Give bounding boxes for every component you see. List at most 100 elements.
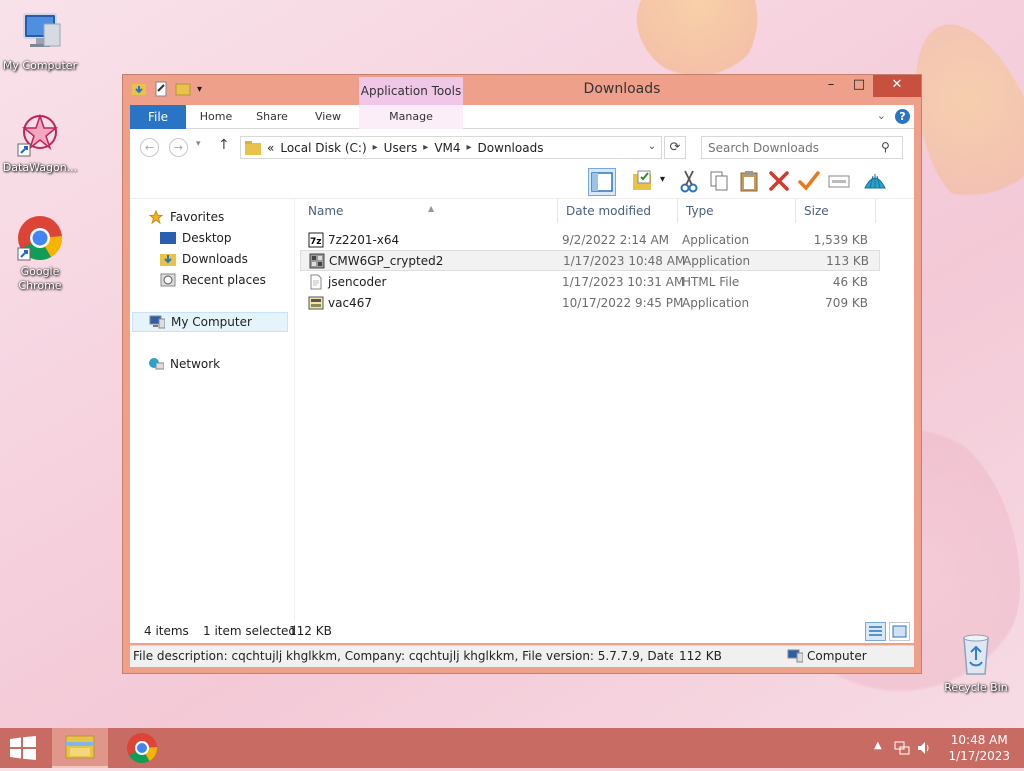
properties-button[interactable] bbox=[630, 168, 658, 196]
help-icon[interactable]: ? bbox=[895, 109, 910, 124]
delete-button[interactable] bbox=[766, 168, 794, 196]
desktop-icon-datawagon[interactable]: DataWagon... bbox=[0, 110, 80, 175]
volume-icon[interactable] bbox=[916, 740, 932, 756]
rename-button[interactable] bbox=[796, 168, 824, 196]
file-date: 10/17/2022 9:45 PM bbox=[562, 295, 684, 310]
maximize-button[interactable]: □ bbox=[845, 75, 873, 97]
file-size: 113 KB bbox=[826, 253, 869, 268]
close-button[interactable]: ✕ bbox=[873, 75, 921, 97]
column-header-size[interactable]: Size bbox=[796, 199, 876, 223]
up-arrow-icon[interactable]: ↑ bbox=[218, 137, 230, 153]
nav-favorites[interactable]: Favorites bbox=[148, 207, 224, 227]
expand-ribbon-icon[interactable]: ⌄ bbox=[877, 109, 886, 122]
breadcrumb-vm4[interactable]: VM4 bbox=[434, 141, 460, 155]
select-button[interactable] bbox=[826, 168, 854, 196]
breadcrumb-separator-icon[interactable]: ▸ bbox=[373, 142, 378, 153]
shell-icon bbox=[864, 174, 886, 189]
nav-downloads[interactable]: Downloads bbox=[160, 249, 248, 269]
tab-file[interactable]: File bbox=[130, 105, 186, 129]
window-controls: – □ ✕ bbox=[817, 75, 921, 97]
file-date: 1/17/2023 10:31 AM bbox=[562, 274, 685, 289]
ribbon-tabs: File Home Share View Manage ⌄ ? bbox=[130, 105, 914, 129]
forward-button[interactable]: → bbox=[169, 138, 188, 157]
file-list: Name ▲ Date modified Type Size 7z 7z2201… bbox=[300, 199, 914, 640]
breadcrumb-users[interactable]: Users bbox=[384, 141, 418, 155]
app-icon bbox=[308, 296, 324, 309]
shell-button[interactable] bbox=[862, 168, 890, 196]
refresh-button[interactable]: ⟳ bbox=[664, 136, 686, 159]
column-header-date[interactable]: Date modified bbox=[558, 199, 678, 223]
nav-network[interactable]: Network bbox=[148, 354, 220, 374]
file-row[interactable]: vac467 10/17/2022 9:45 PM Application 70… bbox=[300, 292, 880, 313]
cut-button[interactable] bbox=[676, 168, 704, 196]
file-row[interactable]: jsencoder 1/17/2023 10:31 AM HTML File 4… bbox=[300, 271, 880, 292]
properties-dropdown-icon[interactable]: ▾ bbox=[660, 174, 665, 185]
network-tray-icon[interactable] bbox=[894, 740, 910, 756]
delete-x-icon bbox=[769, 171, 789, 191]
column-header-type[interactable]: Type bbox=[678, 199, 796, 223]
nav-recent-places[interactable]: Recent places bbox=[160, 270, 266, 290]
file-row-selected[interactable]: CMW6GP_crypted2 1/17/2023 10:48 AM Appli… bbox=[300, 250, 880, 271]
breadcrumb-separator-icon[interactable]: ▸ bbox=[467, 142, 472, 153]
copy-button[interactable] bbox=[706, 168, 734, 196]
search-input[interactable] bbox=[701, 136, 903, 159]
file-name: 7z2201-x64 bbox=[328, 232, 400, 247]
tab-share[interactable]: Share bbox=[248, 105, 296, 129]
paste-button[interactable] bbox=[736, 168, 764, 196]
address-prefix[interactable]: « bbox=[267, 141, 274, 155]
datawagon-icon bbox=[16, 110, 64, 158]
file-row[interactable]: 7z 7z2201-x64 9/2/2022 2:14 AM Applicati… bbox=[300, 229, 880, 250]
breadcrumb-local-disk[interactable]: Local Disk (C:) bbox=[280, 141, 366, 155]
breadcrumb-separator-icon[interactable]: ▸ bbox=[423, 142, 428, 153]
column-header-name[interactable]: Name ▲ bbox=[300, 199, 558, 223]
nav-label: Network bbox=[170, 357, 221, 371]
desktop-icon-google-chrome[interactable]: Google Chrome bbox=[0, 214, 80, 293]
file-date: 9/2/2022 2:14 AM bbox=[562, 232, 670, 247]
explorer-window[interactable]: ▾ Application Tools Downloads – □ ✕ File… bbox=[122, 74, 922, 674]
start-button[interactable] bbox=[8, 736, 38, 760]
file-type: Application bbox=[682, 232, 750, 247]
nav-label: Recent places bbox=[182, 273, 266, 287]
nav-my-computer[interactable]: My Computer bbox=[132, 312, 288, 332]
folder-properties-icon bbox=[633, 170, 651, 190]
clock-date: 1/17/2023 bbox=[948, 749, 1010, 763]
folder-icon bbox=[245, 140, 261, 155]
star-icon bbox=[148, 210, 164, 224]
desktop-icon-label: Google Chrome bbox=[18, 265, 62, 292]
back-button[interactable]: ← bbox=[140, 138, 159, 157]
system-tray: ▲ 10:48 AM 1/17/2023 bbox=[874, 728, 1024, 768]
nav-label: Favorites bbox=[170, 210, 225, 224]
taskbar-google-chrome[interactable] bbox=[114, 728, 170, 768]
title-bar[interactable]: ▾ Application Tools Downloads – □ ✕ bbox=[123, 75, 921, 105]
tab-home[interactable]: Home bbox=[192, 105, 240, 129]
content-area: Favorites Desktop Downloads Recent place… bbox=[130, 199, 914, 640]
details-view-button[interactable] bbox=[865, 622, 886, 641]
desktop-icon-my-computer[interactable]: My Computer bbox=[0, 8, 80, 73]
clock[interactable]: 10:48 AM 1/17/2023 bbox=[948, 732, 1010, 764]
recent-locations-icon[interactable]: ▾ bbox=[196, 139, 201, 149]
address-bar[interactable]: « Local Disk (C:) ▸ Users ▸ VM4 ▸ Downlo… bbox=[240, 136, 662, 159]
details-location: Computer bbox=[787, 649, 867, 663]
file-name: CMW6GP_crypted2 bbox=[329, 253, 444, 268]
tab-manage[interactable]: Manage bbox=[359, 105, 463, 129]
computer-icon bbox=[787, 649, 803, 663]
address-row: ← → ▾ ↑ « Local Disk (C:) ▸ Users ▸ VM4 … bbox=[130, 129, 914, 165]
file-description: File description: cqchtujlj khglkkm, Com… bbox=[133, 649, 673, 663]
breadcrumb-downloads[interactable]: Downloads bbox=[478, 141, 544, 155]
taskbar-file-explorer[interactable] bbox=[52, 728, 108, 768]
desktop-icon-recycle-bin[interactable]: Recycle Bin bbox=[936, 630, 1016, 695]
command-toolbar: ▾ bbox=[130, 165, 914, 199]
search-icon[interactable]: ⚲ bbox=[881, 140, 890, 154]
preview-pane-button[interactable] bbox=[588, 168, 616, 196]
tab-view[interactable]: View bbox=[304, 105, 352, 129]
file-size: 46 KB bbox=[832, 274, 868, 289]
status-bar: 4 items 1 item selected 112 KB bbox=[130, 621, 914, 643]
file-size: 1,539 KB bbox=[813, 232, 868, 247]
large-icons-view-button[interactable] bbox=[889, 622, 910, 641]
nav-desktop[interactable]: Desktop bbox=[160, 228, 232, 248]
scissors-icon bbox=[680, 170, 698, 193]
show-hidden-icons-icon[interactable]: ▲ bbox=[874, 740, 882, 751]
minimize-button[interactable]: – bbox=[817, 75, 845, 97]
pane-divider[interactable] bbox=[294, 199, 295, 640]
address-dropdown-icon[interactable]: ⌄ bbox=[642, 136, 662, 159]
